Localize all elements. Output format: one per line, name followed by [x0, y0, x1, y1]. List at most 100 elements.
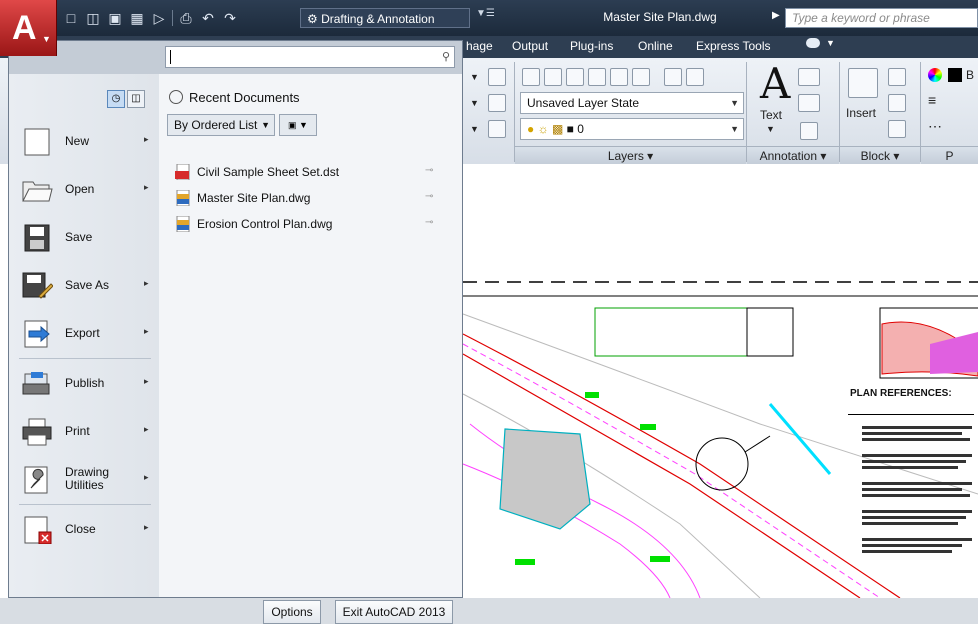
lineweight-icon[interactable]: ≡ — [928, 92, 936, 108]
pin-icon[interactable]: ⊸ — [425, 217, 433, 228]
annotation-panel-label[interactable]: Annotation ▾ — [747, 146, 839, 165]
options-button[interactable]: Options — [263, 600, 321, 624]
layer-off-icon[interactable] — [588, 68, 606, 86]
layer-tool-icon[interactable] — [488, 94, 506, 112]
menu-item-label: Save As — [65, 278, 110, 292]
current-layer-value: 0 — [577, 122, 584, 136]
lock-icon: ▩ — [551, 122, 564, 136]
layer-state-dropdown[interactable]: Unsaved Layer State ▼ — [520, 92, 744, 114]
color-wheel-icon[interactable] — [928, 68, 942, 82]
dropdown-arrow-icon[interactable]: ▼ — [470, 98, 479, 108]
green-marker — [650, 556, 670, 562]
tab-manage[interactable]: hage — [466, 39, 493, 53]
plan-reference-notes — [862, 426, 972, 553]
text-icon[interactable]: A — [760, 62, 790, 106]
open-icon[interactable]: ◫ — [84, 9, 102, 27]
menu-item-save-as[interactable]: Save As ▸ — [9, 264, 159, 308]
order-by-dropdown[interactable]: By Ordered List ▼ — [167, 114, 275, 136]
layer-walk-icon[interactable] — [488, 120, 506, 138]
tab-online[interactable]: Online — [638, 39, 673, 53]
submenu-arrow-icon: ▸ — [144, 424, 149, 434]
menu-item-save[interactable]: Save — [9, 216, 159, 260]
new-icon[interactable]: □ — [62, 9, 80, 27]
search-icon[interactable]: ⚲ — [442, 50, 450, 63]
layer-properties-icon[interactable] — [522, 68, 540, 86]
menu-item-open[interactable]: Open ▸ — [9, 168, 159, 212]
workspace-dropdown[interactable]: ⚙ Drafting & Annotation — [300, 8, 470, 28]
leader-icon[interactable] — [798, 94, 820, 112]
layer-previous-icon[interactable] — [664, 68, 682, 86]
match-properties-icon[interactable] — [488, 68, 506, 86]
layer-lock-icon[interactable] — [610, 68, 628, 86]
layer-isolate-icon[interactable] — [544, 68, 562, 86]
menu-item-export[interactable]: Export ▸ — [9, 312, 159, 356]
recent-document-item[interactable]: Civil Sample Sheet Set.dst ⊸ — [175, 162, 455, 182]
menu-item-publish[interactable]: Publish ▸ — [9, 362, 159, 406]
save-icon[interactable]: ▣ — [106, 9, 124, 27]
gear-icon: ⚙ — [307, 12, 322, 26]
menu-search-input[interactable]: ⚲ — [165, 46, 455, 68]
plot-icon[interactable]: ▷ — [150, 9, 168, 27]
text-caret — [170, 50, 171, 64]
dropdown-arrow-icon[interactable]: ▼ — [470, 72, 479, 82]
submenu-arrow-icon: ▸ — [144, 472, 149, 482]
insert-label[interactable]: Insert — [846, 106, 876, 120]
insert-block-icon[interactable] — [848, 68, 878, 98]
recent-view-icon[interactable]: ◷ — [107, 90, 125, 108]
menu-separator — [19, 504, 151, 505]
cloud-icon[interactable] — [806, 38, 820, 48]
cloud-dropdown-icon[interactable]: ▼ — [826, 38, 835, 48]
green-marker — [515, 559, 535, 565]
recent-document-item[interactable]: Erosion Control Plan.dwg ⊸ — [175, 214, 455, 234]
layer-match-icon[interactable] — [686, 68, 704, 86]
text-label[interactable]: Text — [760, 108, 782, 122]
close-document-icon — [24, 516, 52, 544]
menu-item-new[interactable]: New ▸ — [9, 120, 159, 164]
block-attribute-icon[interactable] — [888, 120, 906, 138]
menu-item-drawing-utilities[interactable]: Drawing Utilities ▸ — [9, 458, 159, 502]
keyword-search-input[interactable]: Type a keyword or phrase — [785, 8, 978, 28]
undo-icon[interactable]: ↶ — [199, 9, 217, 27]
property-color-label[interactable]: B — [966, 68, 974, 82]
tab-plug-ins[interactable]: Plug-ins — [570, 39, 613, 53]
chevron-down-icon[interactable]: ▼ — [766, 124, 775, 134]
properties-panel-label[interactable]: P — [921, 146, 978, 165]
save-as-icon[interactable]: ▦ — [128, 9, 146, 27]
document-name: Master Site Plan.dwg — [197, 191, 311, 205]
color-swatch[interactable] — [948, 68, 962, 82]
layer-freeze-icon[interactable] — [566, 68, 584, 86]
application-button[interactable]: A ▼ — [0, 0, 57, 56]
recent-document-item[interactable]: Master Site Plan.dwg ⊸ — [175, 188, 455, 208]
callout-leader — [744, 435, 771, 453]
edit-block-icon[interactable] — [888, 94, 906, 112]
menu-item-print[interactable]: Print ▸ — [9, 410, 159, 454]
save-as-icon — [22, 272, 53, 299]
tab-express-tools[interactable]: Express Tools — [696, 39, 770, 53]
cyan-arrow — [768, 403, 832, 475]
redo-icon[interactable]: ↷ — [221, 9, 239, 27]
wrench-icon — [24, 466, 48, 494]
green-marker — [640, 424, 656, 430]
menu-item-label: Publish — [65, 376, 105, 390]
open-docs-view-icon[interactable]: ◫ — [127, 90, 145, 108]
pin-icon[interactable]: ⊸ — [425, 165, 433, 176]
dropdown-arrow-icon[interactable]: ▼ — [470, 124, 479, 134]
quick-access-toolbar: □ ◫ ▣ ▦ ▷ ⎙ ↶ ↷ — [62, 6, 239, 30]
display-options-dropdown[interactable]: ▣ ▼ — [279, 114, 317, 136]
dimension-icon[interactable] — [798, 68, 820, 86]
pin-icon[interactable]: ⊸ — [425, 191, 433, 202]
search-expand-icon[interactable]: ▶ — [772, 10, 780, 21]
linetype-icon[interactable]: ⋯ — [928, 118, 942, 135]
layer-dropdown[interactable]: ● ☼ ▩ ■ 0 ▼ — [520, 118, 744, 140]
tab-output[interactable]: Output — [512, 39, 548, 53]
print-icon[interactable]: ⎙ — [177, 9, 195, 27]
create-block-icon[interactable] — [888, 68, 906, 86]
exit-autocad-button[interactable]: Exit AutoCAD 2013 — [335, 600, 453, 624]
qat-customize-icon[interactable]: ▼☰ — [476, 8, 495, 19]
layers-panel-label[interactable]: Layers ▾ — [515, 146, 746, 165]
references-underline — [848, 414, 974, 415]
layer-unlock-icon[interactable] — [632, 68, 650, 86]
block-panel-label[interactable]: Block ▾ — [840, 146, 920, 165]
menu-item-close[interactable]: Close ▸ — [9, 508, 159, 552]
table-icon[interactable] — [800, 122, 818, 140]
